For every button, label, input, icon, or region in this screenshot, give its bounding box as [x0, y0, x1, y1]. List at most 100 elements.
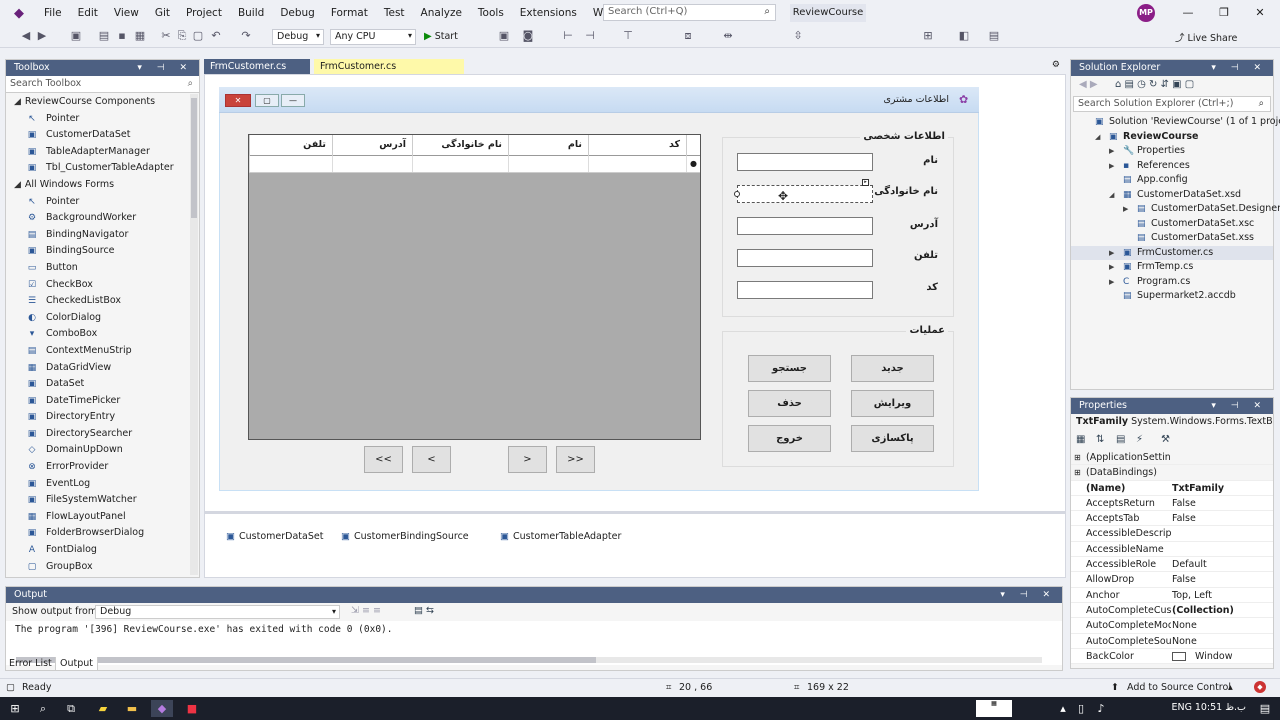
output-source-select[interactable]: Debug ▾	[95, 605, 340, 619]
first-name-field[interactable]	[737, 153, 873, 171]
solution-tree-item[interactable]: ◢ ▣ ReviewCourse	[1071, 130, 1273, 145]
smart-tag-icon[interactable]: ▸	[862, 179, 869, 186]
save-icon[interactable]: ▪	[114, 29, 130, 42]
solution-tree-item[interactable]: ▤ Supermarket2.accdb	[1071, 289, 1273, 304]
redo-icon[interactable]: ↷	[238, 29, 254, 42]
toolbox-item[interactable]: ▣ TableAdapterManager	[6, 144, 199, 161]
menu-item-test[interactable]: Test	[376, 0, 413, 26]
property-row[interactable]: ⊞ (DataBindings)	[1071, 465, 1273, 481]
previous-record-button[interactable]: <	[412, 446, 451, 473]
property-row[interactable]: ⊞ (ApplicationSetting	[1071, 450, 1273, 466]
file-explorer-icon[interactable]: ▬	[121, 700, 143, 717]
solution-tree-item[interactable]: ▶ 🔧 Properties	[1071, 144, 1273, 159]
platform-select[interactable]: Any CPU ▾	[330, 29, 416, 45]
resize-handle-left[interactable]	[734, 191, 740, 197]
property-value[interactable]: Default	[1172, 557, 1207, 572]
windows-start-icon[interactable]: ⊞	[4, 700, 26, 717]
align-centers-icon[interactable]: ⊣	[582, 29, 598, 42]
tray-item-dataset[interactable]: ▣ CustomerDataSet	[226, 531, 323, 542]
live-share-button[interactable]: ⤴ Live Share	[1175, 30, 1237, 44]
grid-column-header[interactable]: نام خانوادگی	[412, 135, 508, 156]
search-icon[interactable]: ⌕	[32, 700, 54, 717]
properties-icon[interactable]: ▤	[1116, 434, 1125, 445]
back-icon[interactable]: ◀	[18, 29, 34, 42]
toolbox-item[interactable]: ▣ DirectoryEntry	[6, 409, 199, 426]
make-same-size-icon[interactable]: ⧈	[680, 29, 696, 43]
solution-search-input[interactable]: Search Solution Explorer (Ctrl+;) ⌕	[1073, 96, 1271, 112]
property-row[interactable]: (Name) TxtFamily	[1071, 480, 1273, 496]
paste-icon[interactable]: ▢	[190, 29, 206, 42]
edit-button[interactable]: ویرایش	[851, 390, 934, 417]
toolbox-item[interactable]: ▤ ContextMenuStrip	[6, 343, 199, 360]
toolbox-item[interactable]: ◇ DomainUpDown	[6, 442, 199, 459]
tray-item-tableadapter[interactable]: ▣ CustomerTableAdapter	[500, 531, 621, 542]
tab-frmcustomer-design[interactable]: FrmCustomer.cs [Design]⊸✕	[314, 59, 464, 87]
toolbox-item[interactable]: ⚙ BackgroundWorker	[6, 210, 199, 227]
solution-tree-item[interactable]: ▶ ▤ CustomerDataSet.Designer.cs	[1071, 202, 1280, 217]
toolbox-item[interactable]: ↖ Pointer	[6, 194, 199, 211]
customer-data-grid[interactable]: کد نام نام خانوادگی آدرس تلفن ●	[248, 134, 701, 440]
toolbox-item[interactable]: ▣ DirectorySearcher	[6, 426, 199, 443]
cut-icon[interactable]: ✂	[158, 29, 174, 42]
menu-item-project[interactable]: Project	[178, 0, 230, 26]
property-row[interactable]: Anchor Top, Left	[1071, 587, 1273, 603]
toolbox-scrollbar[interactable]	[190, 94, 198, 575]
expand-icon[interactable]: ▶	[1109, 275, 1114, 290]
toolbox-item[interactable]: ▣ DataSet	[6, 376, 199, 393]
recorder-icon[interactable]: ■	[181, 700, 203, 717]
panel-controls-icon[interactable]: ▾ ⊣ ✕	[1000, 587, 1056, 603]
network-status-icon[interactable]: ▦	[976, 700, 1012, 717]
menu-item-view[interactable]: View	[106, 0, 147, 26]
toolbox-item[interactable]: ▣ BindingSource	[6, 243, 199, 260]
solution-tree-item[interactable]: ◢ ▦ CustomerDataSet.xsd	[1071, 188, 1273, 203]
menu-item-analyze[interactable]: Analyze	[413, 0, 470, 26]
panel-controls-icon[interactable]: ▾ ⊣ ✕	[1211, 60, 1267, 76]
solution-tree-item[interactable]: ▣ Solution 'ReviewCourse' (1 of 1 project…	[1071, 115, 1280, 130]
undo-icon[interactable]: ↶	[208, 29, 224, 42]
property-row[interactable]: AcceptsTab False	[1071, 511, 1273, 527]
property-row[interactable]: AutoCompleteCust (Collection)	[1071, 602, 1273, 619]
property-row[interactable]: AcceptsReturn False	[1071, 495, 1273, 512]
solution-tree-item[interactable]: ▤ App.config	[1071, 173, 1273, 188]
toolbox-item[interactable]: ▣ Tbl_CustomerTableAdapter	[6, 160, 199, 177]
property-row[interactable]: AllowDrop False	[1071, 572, 1273, 588]
new-project-icon[interactable]: ▣	[68, 29, 84, 42]
property-value[interactable]: False	[1172, 496, 1196, 511]
code-field[interactable]	[737, 281, 873, 299]
last-name-field[interactable]	[737, 185, 873, 203]
property-row[interactable]: AccessibleRole Default	[1071, 557, 1273, 573]
toolbox-item[interactable]: ▤ BindingNavigator	[6, 227, 199, 244]
avatar[interactable]: MP	[1137, 4, 1155, 22]
toolbox-item[interactable]: ☰ CheckedListBox	[6, 293, 199, 310]
back-icon[interactable]: ◀ ▶	[1079, 79, 1098, 90]
grid-column-header[interactable]: نام	[508, 135, 588, 156]
task-view-icon[interactable]: ⧉	[60, 700, 82, 717]
expand-icon[interactable]: ▶	[1123, 202, 1128, 217]
add-to-source-control-button[interactable]: Add to Source Control	[1127, 682, 1231, 693]
expand-icon[interactable]: ▶	[1109, 246, 1114, 261]
chevron-up-icon[interactable]: ▴	[1228, 682, 1233, 693]
minimize-icon[interactable]: —	[1170, 0, 1206, 26]
save-all-icon[interactable]: ▦	[132, 29, 148, 42]
solution-tree-item[interactable]: ▶ ▣ FrmTemp.cs	[1071, 260, 1273, 275]
property-row[interactable]: AutoCompleteMod None	[1071, 618, 1273, 634]
open-icon[interactable]: ▤	[96, 29, 112, 42]
property-value[interactable]: (Collection)	[1172, 603, 1234, 618]
categorized-icon[interactable]: ▦	[1076, 434, 1085, 445]
property-pages-icon[interactable]: ⚒	[1161, 434, 1170, 445]
first-record-button[interactable]: <<	[364, 446, 403, 473]
search-button[interactable]: جستجو	[748, 355, 831, 382]
property-value[interactable]: False	[1172, 572, 1196, 587]
clear-button[interactable]: پاکسازی	[851, 425, 934, 452]
property-value[interactable]: False	[1172, 511, 1196, 526]
expand-icon[interactable]: ◢	[1095, 130, 1100, 145]
toolbox-item[interactable]: ▢ GroupBox	[6, 559, 199, 576]
sticky-notes-icon[interactable]: ▰	[92, 700, 114, 717]
alphabetical-icon[interactable]: ⇅	[1096, 434, 1104, 445]
align-tops-icon[interactable]: ⊤	[620, 29, 636, 42]
next-record-button[interactable]: >	[508, 446, 547, 473]
find-in-output-icon[interactable]: ⇲ ≡ ≡	[351, 605, 381, 616]
screenshot-icon[interactable]: ◙	[520, 29, 536, 42]
expand-icon[interactable]: ▶	[1109, 144, 1114, 159]
tab-order-icon[interactable]: ▤	[986, 29, 1002, 42]
